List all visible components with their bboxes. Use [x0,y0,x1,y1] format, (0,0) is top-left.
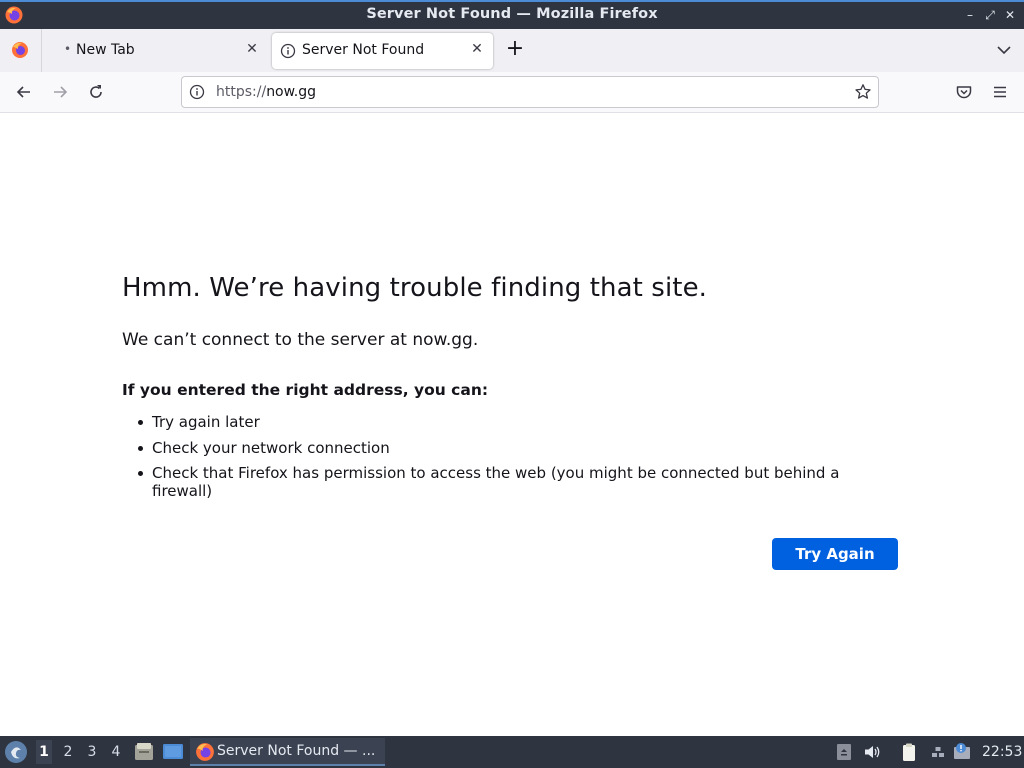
forward-icon[interactable] [50,82,70,102]
file-manager-icon[interactable] [133,741,155,763]
tab-dot: • [64,42,72,56]
volume-icon[interactable] [862,742,882,762]
new-tab-icon[interactable]: + [504,37,526,63]
task-label: Server Not Found — ... [217,743,376,759]
url-text[interactable]: https://now.gg [216,84,316,100]
list-item: Try again later [138,413,872,431]
try-again-button[interactable]: Try Again [772,538,898,570]
star-icon[interactable] [854,83,872,101]
tab-server-not-found[interactable]: Server Not Found ✕ [272,33,493,69]
info-icon[interactable] [189,84,205,100]
error-title: Hmm. We’re having trouble finding that s… [122,273,708,303]
minimize-button[interactable]: – [963,8,977,22]
tab-close-icon[interactable]: ✕ [244,41,260,59]
error-description: We can’t connect to the server at now.gg… [122,330,479,350]
tab-label: New Tab [76,42,135,58]
navigation-toolbar: https://now.gg [0,72,1024,113]
maximize-button[interactable]: ⤢ [983,8,997,22]
firefox-icon [12,42,28,58]
tab-list-icon[interactable] [994,41,1014,59]
network-icon[interactable] [928,742,948,762]
window-title: Server Not Found — Mozilla Firefox [366,6,658,22]
reload-icon[interactable] [86,82,106,102]
keyboard-layout-icon[interactable] [834,742,854,762]
clock: 22:53 [982,744,1023,760]
firefox-icon [196,743,214,761]
pocket-icon[interactable] [954,82,974,102]
workspace-2[interactable]: 2 [60,744,76,760]
desktop-icon[interactable] [162,741,184,763]
workspace-1[interactable]: 1 [36,740,52,764]
workspace-3[interactable]: 3 [84,744,100,760]
notification-icon[interactable] [952,742,972,762]
back-icon[interactable] [14,82,34,102]
list-item: Check that Firefox has permission to acc… [138,464,872,500]
error-subtitle: If you entered the right address, you ca… [122,381,489,399]
clipboard-icon[interactable] [899,742,919,762]
tab-new-tab[interactable]: • New Tab ✕ [46,33,268,69]
list-item: Check your network connection [138,439,872,457]
close-window-button[interactable]: ✕ [1003,8,1017,22]
taskbar: 1 2 3 4 Server Not Found — ... 22:53 [0,736,1024,768]
firefox-view-button[interactable] [0,29,42,72]
url-bar[interactable]: https://now.gg [181,76,879,108]
url-host: now.gg [266,84,317,100]
start-menu-icon[interactable] [4,740,28,764]
tab-close-icon[interactable]: ✕ [469,41,485,59]
window-titlebar: Server Not Found — Mozilla Firefox – ⤢ ✕ [0,0,1024,29]
workspace-4[interactable]: 4 [108,744,124,760]
tab-label: Server Not Found [302,42,425,58]
hamburger-menu-icon[interactable] [990,82,1010,102]
url-scheme: https:// [216,84,267,100]
suggestion-list: Try again later Check your network conne… [138,413,872,508]
page-content: Hmm. We’re having trouble finding that s… [0,113,1024,736]
taskbar-task-firefox[interactable]: Server Not Found — ... [190,738,385,766]
tab-strip: • New Tab ✕ Server Not Found ✕ + [0,29,1024,72]
info-icon [280,43,296,59]
